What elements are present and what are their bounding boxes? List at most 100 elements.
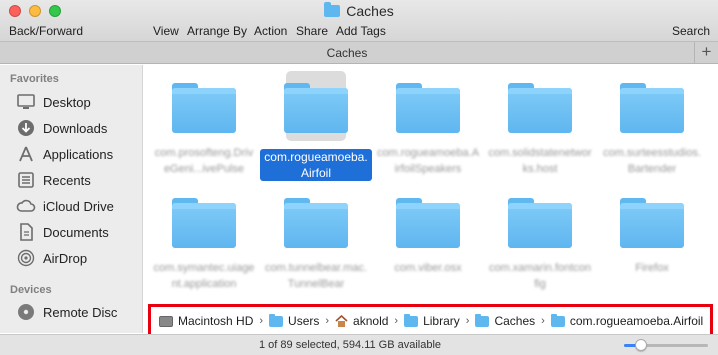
arrange-by-button[interactable]: Arrange By	[187, 24, 247, 38]
desktop-icon	[16, 93, 36, 111]
folder-name: com.solidstatenetworks.host	[488, 147, 592, 175]
folder-name: com.rogueamoeba.AirfoilSpeakers	[376, 147, 480, 175]
folder-name: com.viber.osx	[394, 262, 462, 274]
finder-window: Caches Back/Forward View Arrange By Acti…	[0, 0, 718, 355]
folder-item[interactable]: Firefox	[596, 198, 708, 276]
folder-icon	[396, 198, 460, 248]
path-item-library[interactable]: Library	[404, 313, 460, 328]
folder-name: Firefox	[635, 262, 669, 274]
folder-icon	[172, 198, 236, 248]
sidebar-item-recents[interactable]: Recents	[16, 169, 91, 191]
sidebar-item-airdrop[interactable]: AirDrop	[16, 247, 87, 269]
action-button[interactable]: Action	[254, 24, 287, 38]
sidebar-item-label: AirDrop	[43, 250, 88, 266]
path-item-label: Macintosh HD	[178, 314, 254, 328]
folder-item[interactable]: com.solidstatenetworks.host	[484, 83, 596, 177]
path-separator: ›	[465, 315, 470, 327]
folder-icon	[550, 313, 565, 327]
folder-icon	[508, 198, 572, 248]
new-tab-button[interactable]: +	[694, 42, 718, 64]
folder-name: com.xamarin.fontconfig	[488, 262, 592, 290]
folder-icon	[396, 83, 460, 133]
sidebar-item-remote-disc[interactable]: Remote Disc	[16, 301, 117, 323]
folder-name: com.tunnelbear.mac.TunnelBear	[264, 262, 368, 290]
folder-item[interactable]: com.rogueamoeba.AirfoilSpeakers	[372, 83, 484, 177]
folder-icon	[404, 313, 419, 327]
sidebar-item-icloud-drive[interactable]: iCloud Drive	[16, 195, 114, 217]
favorites-heading: Favorites	[10, 73, 59, 85]
sidebar-item-desktop[interactable]: Desktop	[16, 91, 91, 113]
folder-icon	[172, 83, 236, 133]
path-separator: ›	[541, 315, 545, 327]
folder-item[interactable]: com.prosofteng.DriveGeni...ivePulse	[148, 83, 260, 177]
sidebar: Favorites Desktop Downloads Applications…	[0, 65, 143, 333]
folder-item[interactable]: com.surteesstudios.Bartender	[596, 83, 708, 177]
folder-icon	[269, 313, 284, 327]
documents-icon	[16, 223, 36, 241]
folder-name: com.symantec.uiagent.application	[153, 262, 255, 290]
path-item-caches[interactable]: Caches	[475, 313, 536, 328]
sidebar-item-label: Applications	[43, 146, 114, 162]
back-forward-button[interactable]: Back/Forward	[9, 24, 83, 38]
sidebar-item-documents[interactable]: Documents	[16, 221, 109, 243]
path-item-users[interactable]: Users	[269, 313, 320, 328]
path-item-label: com.rogueamoeba.Airfoil	[569, 314, 704, 328]
path-item-home[interactable]: aknold	[335, 314, 388, 328]
sidebar-item-label: Remote Disc	[43, 304, 118, 320]
disc-icon	[16, 303, 36, 321]
path-item-label: Library	[423, 314, 460, 328]
folder-icon	[284, 198, 348, 248]
icloud-icon	[16, 197, 36, 215]
sidebar-item-label: iCloud Drive	[43, 198, 114, 214]
path-bar: Macintosh HD › Users › aknold › Library …	[148, 304, 713, 338]
downloads-icon	[16, 119, 36, 137]
folder-item[interactable]: com.symantec.uiagent.application	[148, 198, 260, 292]
sidebar-item-label: Desktop	[43, 94, 91, 110]
search-button[interactable]: Search	[672, 24, 710, 38]
folder-name: com.rogueamoeba.Airfoil	[260, 149, 372, 181]
folder-item[interactable]: com.tunnelbear.mac.TunnelBear	[260, 198, 372, 292]
toolbar: Caches Back/Forward View Arrange By Acti…	[0, 0, 718, 42]
sidebar-item-applications[interactable]: Applications	[16, 143, 113, 165]
sidebar-item-label: Recents	[43, 172, 91, 188]
path-item-macintosh-hd[interactable]: Macintosh HD	[159, 314, 253, 328]
folder-name: com.surteesstudios.Bartender	[603, 147, 701, 175]
share-button[interactable]: Share	[296, 24, 328, 38]
sidebar-item-label: Documents	[43, 224, 109, 240]
home-icon	[335, 314, 348, 327]
folder-icon	[508, 83, 572, 133]
folder-icon	[284, 83, 348, 133]
path-separator: ›	[325, 315, 330, 327]
status-text: 1 of 89 selected, 594.11 GB available	[259, 339, 442, 351]
path-separator: ›	[259, 315, 264, 327]
folder-name: com.prosofteng.DriveGeni...ivePulse	[154, 147, 254, 175]
path-item-label: aknold	[353, 314, 389, 328]
folder-item-selected[interactable]: com.rogueamoeba.Airfoil	[260, 71, 372, 181]
file-grid: com.prosofteng.DriveGeni...ivePulse com.…	[144, 65, 718, 333]
sidebar-item-label: Downloads	[43, 120, 108, 136]
tab-bar: Caches +	[0, 42, 718, 64]
view-button[interactable]: View	[153, 24, 179, 38]
recents-icon	[16, 171, 36, 189]
folder-icon	[620, 198, 684, 248]
tab-caches[interactable]: Caches	[0, 46, 694, 60]
path-item-label: Users	[288, 314, 320, 328]
folder-icon	[324, 2, 341, 17]
path-item-airfoil[interactable]: com.rogueamoeba.Airfoil	[550, 313, 704, 328]
folder-icon	[475, 313, 490, 327]
status-bar: 1 of 89 selected, 594.11 GB available	[0, 334, 718, 355]
slider-knob[interactable]	[634, 339, 647, 351]
applications-icon	[16, 145, 36, 163]
airdrop-icon	[16, 249, 36, 267]
folder-item[interactable]: com.xamarin.fontconfig	[484, 198, 596, 292]
window-title: Caches	[346, 3, 394, 19]
path-item-label: Caches	[494, 314, 536, 328]
folder-item[interactable]: com.viber.osx	[372, 198, 484, 276]
icon-size-slider[interactable]	[624, 339, 708, 351]
folder-icon	[620, 83, 684, 133]
path-separator: ›	[394, 315, 399, 327]
window-title-area: Caches	[0, 2, 718, 20]
sidebar-item-downloads[interactable]: Downloads	[16, 117, 107, 139]
add-tags-button[interactable]: Add Tags	[336, 24, 386, 38]
devices-heading: Devices	[10, 284, 52, 296]
